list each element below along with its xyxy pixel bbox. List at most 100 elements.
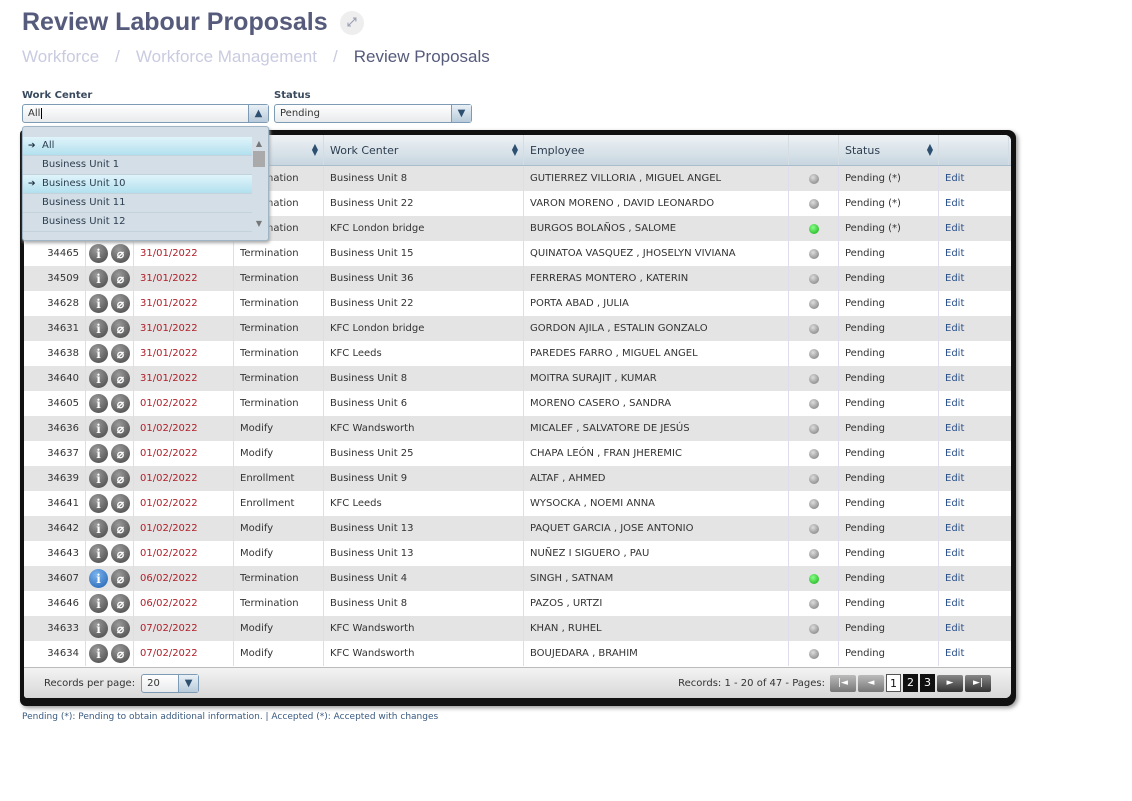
edit-link[interactable]: Edit <box>945 173 964 184</box>
info-icon[interactable]: i <box>89 569 108 588</box>
edit-link[interactable]: Edit <box>945 598 964 609</box>
next-page-button[interactable]: ► <box>937 674 963 692</box>
paperclip-icon[interactable]: ⌀ <box>111 469 130 488</box>
info-icon[interactable]: i <box>89 344 108 363</box>
paperclip-icon[interactable]: ⌀ <box>111 419 130 438</box>
status-dot-icon <box>808 398 819 409</box>
column-header[interactable]: Status ▲ ▼ <box>839 135 939 165</box>
column-header[interactable]: Work Center ▲ ▼ <box>324 135 524 165</box>
edit-link[interactable]: Edit <box>945 648 964 659</box>
page-3-button[interactable]: 3 <box>920 674 935 692</box>
first-page-button[interactable]: |◄ <box>830 674 856 692</box>
scroll-down-icon[interactable]: ▼ <box>252 219 266 228</box>
proposal-type: Modify <box>234 416 324 441</box>
info-icon[interactable]: i <box>89 419 108 438</box>
edit-link[interactable]: Edit <box>945 473 964 484</box>
icons-cell: i⌀ <box>86 241 134 266</box>
work-center: KFC Leeds <box>324 341 524 366</box>
paperclip-icon[interactable]: ⌀ <box>111 569 130 588</box>
paperclip-icon[interactable]: ⌀ <box>111 619 130 638</box>
proposal-date: 31/01/2022 <box>134 341 234 366</box>
employee-name: NUÑEZ I SIGUERO , PAU <box>524 541 789 566</box>
info-icon[interactable]: i <box>89 644 108 663</box>
info-icon[interactable]: i <box>89 594 108 613</box>
paperclip-icon[interactable]: ⌀ <box>111 594 130 613</box>
paperclip-icon[interactable]: ⌀ <box>111 444 130 463</box>
proposal-status: Pending <box>839 541 939 566</box>
edit-link[interactable]: Edit <box>945 323 964 334</box>
edit-link[interactable]: Edit <box>945 373 964 384</box>
page-1-button[interactable]: 1 <box>886 674 901 692</box>
paperclip-icon[interactable]: ⌀ <box>111 319 130 338</box>
info-icon[interactable]: i <box>89 494 108 513</box>
edit-link[interactable]: Edit <box>945 623 964 634</box>
sort-icon[interactable]: ▲▼ <box>927 143 933 157</box>
edit-link[interactable]: Edit <box>945 223 964 234</box>
status-dot-icon <box>808 348 819 359</box>
paperclip-icon[interactable]: ⌀ <box>111 344 130 363</box>
info-icon[interactable]: i <box>89 469 108 488</box>
chevron-down-icon[interactable]: ▼ <box>178 674 199 692</box>
chevron-down-icon[interactable]: ▼ <box>451 105 471 122</box>
info-icon[interactable]: i <box>89 294 108 313</box>
dropdown-option[interactable]: Business Unit 12 <box>23 213 252 232</box>
paperclip-icon[interactable]: ⌀ <box>111 644 130 663</box>
last-page-button[interactable]: ►| <box>965 674 991 692</box>
employee-name: PAQUET GARCIA , JOSE ANTONIO <box>524 516 789 541</box>
edit-link[interactable]: Edit <box>945 198 964 209</box>
dropdown-scrollbar[interactable]: ▲ ▼ <box>252 139 266 237</box>
paperclip-icon[interactable]: ⌀ <box>111 244 130 263</box>
sort-icon[interactable]: ▲▼ <box>312 143 318 157</box>
info-icon[interactable]: i <box>89 269 108 288</box>
edit-link[interactable]: Edit <box>945 548 964 559</box>
indicator-cell <box>789 216 839 241</box>
records-per-page-select[interactable]: 20 ▼ <box>141 673 200 693</box>
icons-cell: i⌀ <box>86 441 134 466</box>
proposal-type: Modify <box>234 541 324 566</box>
edit-link[interactable]: Edit <box>945 498 964 509</box>
info-icon[interactable]: i <box>89 444 108 463</box>
edit-link[interactable]: Edit <box>945 523 964 534</box>
paperclip-icon[interactable]: ⌀ <box>111 369 130 388</box>
chevron-up-icon[interactable]: ▲ <box>248 105 268 122</box>
action-cell: Edit <box>939 191 1009 216</box>
status-combo[interactable]: Pending ▼ <box>274 104 472 123</box>
info-icon[interactable]: i <box>89 519 108 538</box>
work-center-combo[interactable]: All ▲ <box>22 104 269 123</box>
page-2-button[interactable]: 2 <box>903 674 918 692</box>
scroll-thumb[interactable] <box>253 151 265 167</box>
edit-link[interactable]: Edit <box>945 298 964 309</box>
paperclip-icon[interactable]: ⌀ <box>111 269 130 288</box>
edit-link[interactable]: Edit <box>945 398 964 409</box>
info-icon[interactable]: i <box>89 369 108 388</box>
info-icon[interactable]: i <box>89 619 108 638</box>
expand-icon[interactable]: ⤢ <box>339 10 364 35</box>
edit-link[interactable]: Edit <box>945 573 964 584</box>
work-center-value[interactable]: All <box>28 108 40 119</box>
breadcrumb-workforce[interactable]: Workforce <box>22 47 99 67</box>
paperclip-icon[interactable]: ⌀ <box>111 544 130 563</box>
dropdown-option[interactable]: Business Unit 1 <box>23 156 252 175</box>
info-icon[interactable]: i <box>89 319 108 338</box>
prev-page-button[interactable]: ◄ <box>858 674 884 692</box>
dropdown-option[interactable]: Business Unit 11 <box>23 194 252 213</box>
dropdown-option[interactable]: ➔ Business Unit 10 <box>23 175 252 194</box>
edit-link[interactable]: Edit <box>945 448 964 459</box>
info-icon[interactable]: i <box>89 244 108 263</box>
paperclip-icon[interactable]: ⌀ <box>111 394 130 413</box>
info-icon[interactable]: i <box>89 394 108 413</box>
edit-link[interactable]: Edit <box>945 423 964 434</box>
scroll-up-icon[interactable]: ▲ <box>252 139 266 148</box>
edit-link[interactable]: Edit <box>945 273 964 284</box>
dropdown-option[interactable]: ➔ All <box>23 137 252 156</box>
icons-cell: i⌀ <box>86 516 134 541</box>
paperclip-icon[interactable]: ⌀ <box>111 519 130 538</box>
paperclip-icon[interactable]: ⌀ <box>111 494 130 513</box>
edit-link[interactable]: Edit <box>945 248 964 259</box>
breadcrumb-workforce-management[interactable]: Workforce Management <box>136 47 317 67</box>
proposal-status: Pending <box>839 441 939 466</box>
edit-link[interactable]: Edit <box>945 348 964 359</box>
sort-icon[interactable]: ▲▼ <box>512 143 518 157</box>
info-icon[interactable]: i <box>89 544 108 563</box>
paperclip-icon[interactable]: ⌀ <box>111 294 130 313</box>
